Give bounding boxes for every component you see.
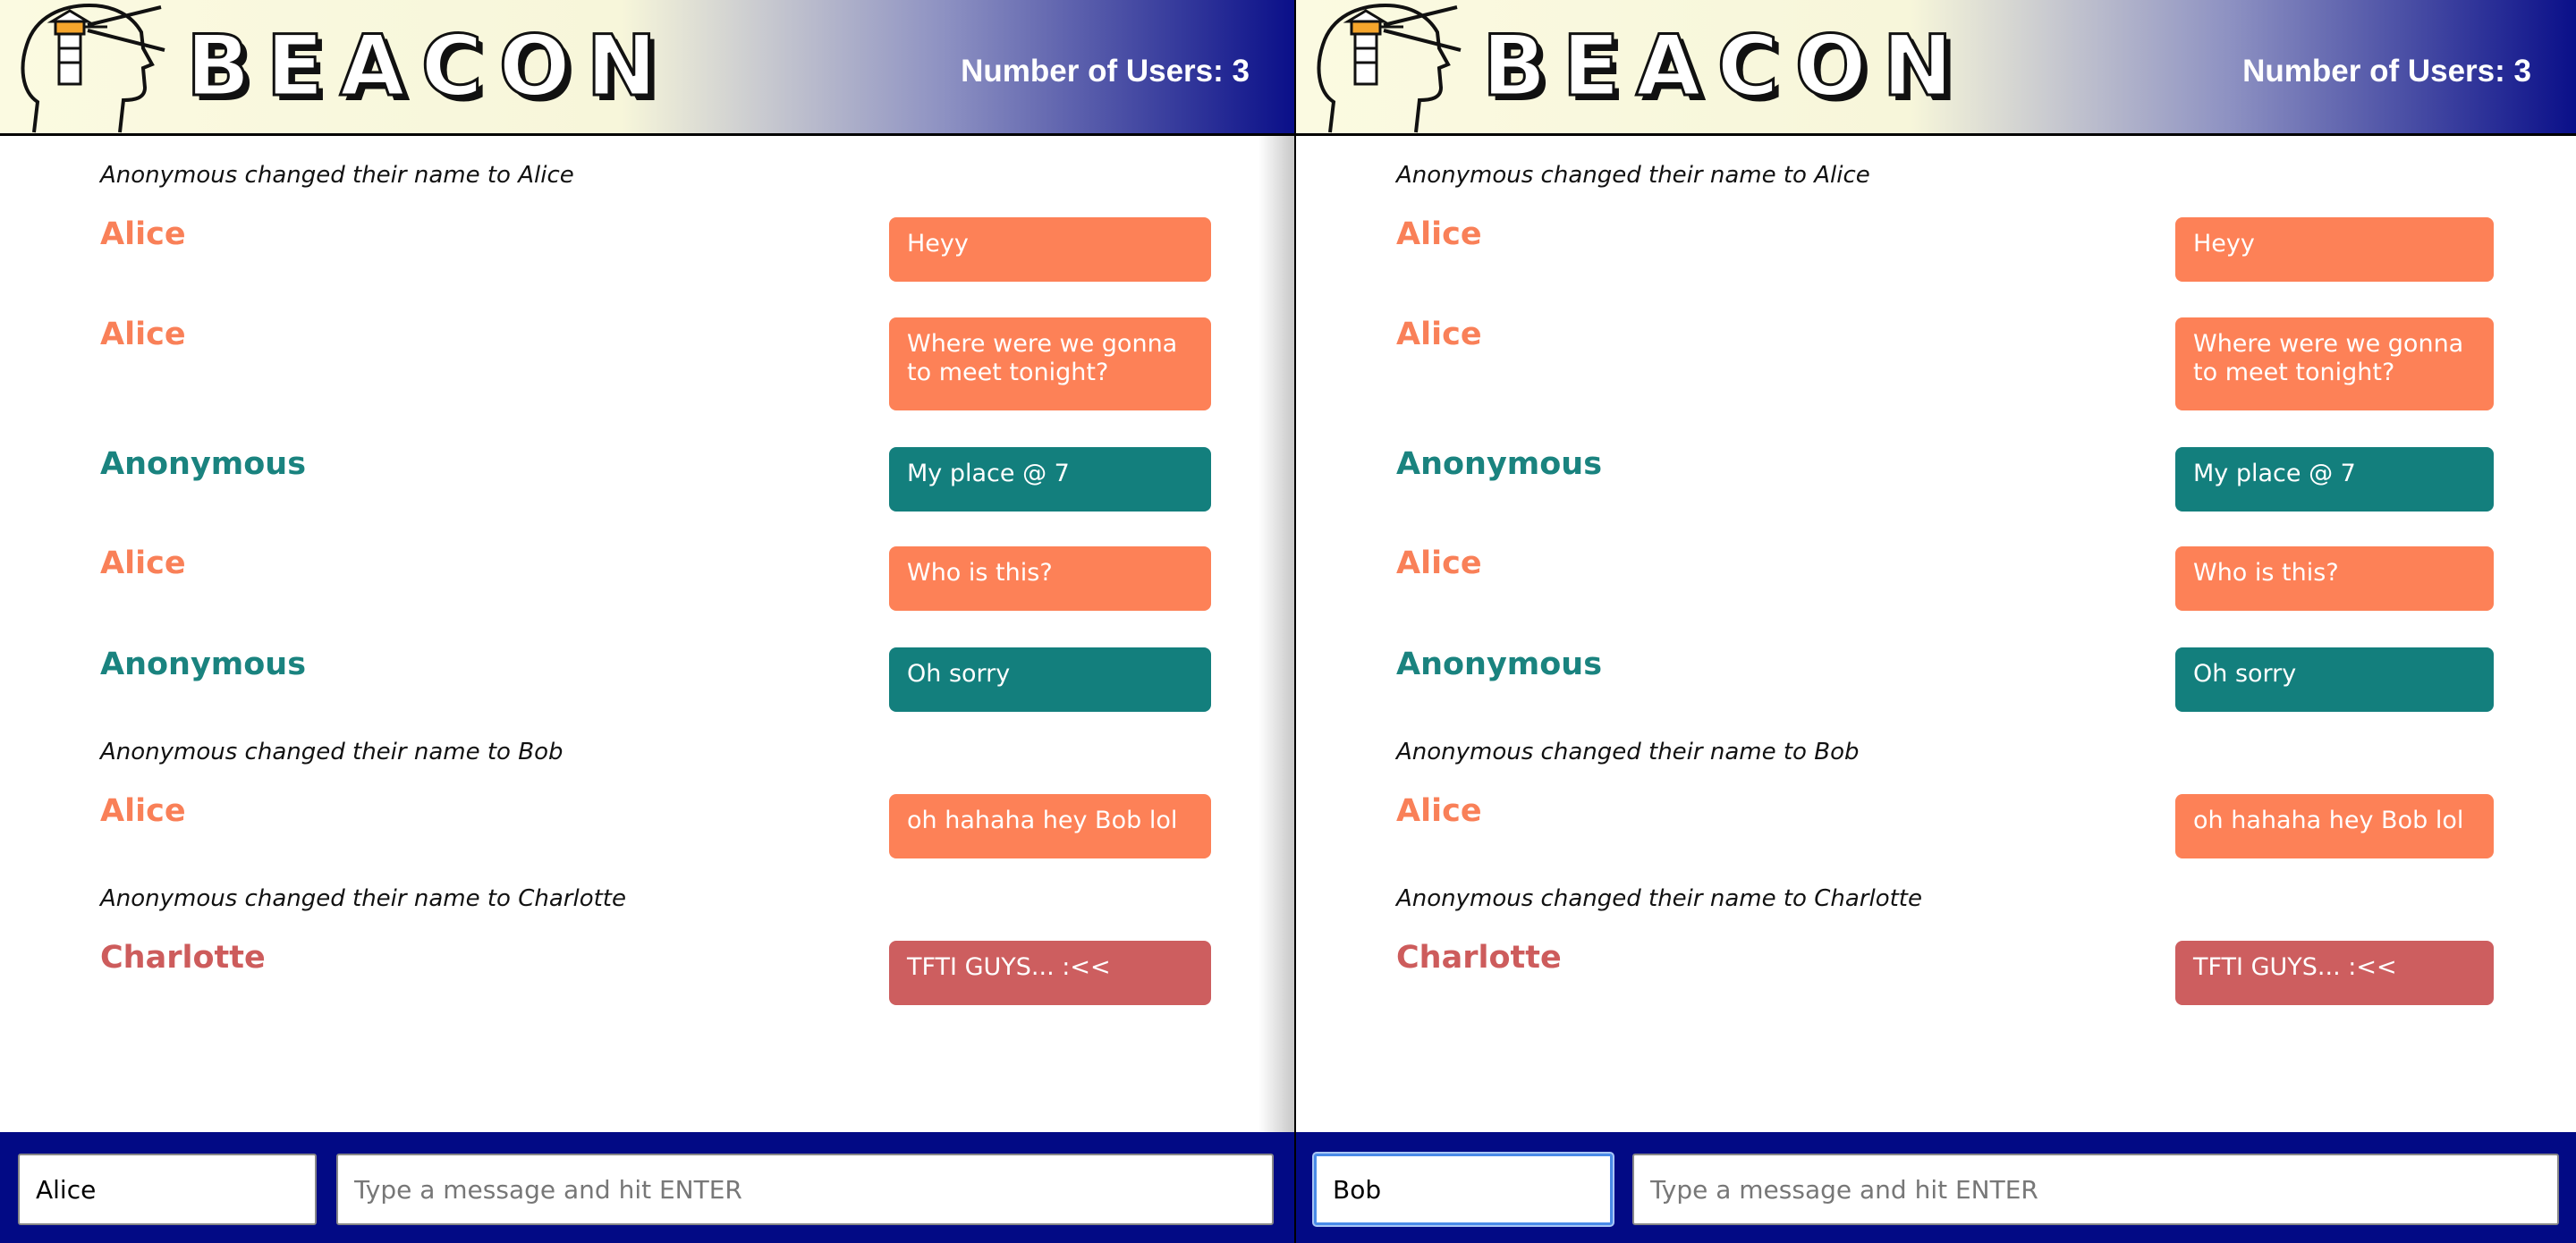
message-author: Anonymous (100, 446, 307, 482)
message-author: Alice (100, 545, 186, 581)
lighthouse-head-icon (21, 3, 165, 133)
system-message: Anonymous changed their name to Bob (1396, 739, 1860, 765)
message-author: Alice (100, 317, 186, 352)
header: BEACON BEACON Number of Users: 3 (1296, 0, 2576, 136)
message-author: Alice (1396, 545, 1482, 581)
message-author: Alice (1396, 317, 1482, 352)
lighthouse-head-icon (1317, 3, 1462, 133)
user-count: Number of Users: 3 (2242, 54, 2531, 89)
message-bubble: Where were we gonna to meet tonight? (889, 317, 1211, 410)
input-bar (0, 1132, 1294, 1243)
message-list: Anonymous changed their name to Alice Al… (1296, 136, 2576, 1132)
header: BEACON BEACON Number of Users: 3 (0, 0, 1294, 136)
username-input[interactable] (18, 1154, 317, 1225)
message-author: Anonymous (100, 647, 307, 682)
message-bubble: Who is this? (889, 546, 1211, 611)
split-screen: BEACON BEACON Number of Users: 3 Anonymo… (0, 0, 2576, 1243)
message-author: Charlotte (100, 940, 266, 976)
message-bubble: My place @ 7 (889, 447, 1211, 512)
system-message: Anonymous changed their name to Bob (100, 739, 564, 765)
message-bubble: TFTI GUYS... :<< (2175, 941, 2494, 1005)
message-bubble: Who is this? (2175, 546, 2494, 611)
message-author: Alice (1396, 216, 1482, 252)
message-author: Alice (100, 216, 186, 252)
chat-window-left: BEACON BEACON Number of Users: 3 Anonymo… (0, 0, 1294, 1243)
logo-text: BEACON BEACON (185, 21, 667, 111)
message-bubble: oh hahaha hey Bob lol (2175, 794, 2494, 858)
message-bubble: My place @ 7 (2175, 447, 2494, 512)
message-author: Anonymous (1396, 647, 1603, 682)
chat-window-right: BEACON BEACON Number of Users: 3 Anonymo… (1296, 0, 2576, 1243)
system-message: Anonymous changed their name to Charlott… (1396, 885, 1922, 912)
message-bubble: Heyy (889, 217, 1211, 282)
user-count: Number of Users: 3 (961, 54, 1250, 89)
message-author: Alice (1396, 793, 1482, 829)
system-message: Anonymous changed their name to Alice (1396, 162, 1870, 189)
message-bubble: Oh sorry (889, 647, 1211, 712)
message-bubble: TFTI GUYS... :<< (889, 941, 1211, 1005)
svg-text:BEACON: BEACON (1482, 21, 1963, 111)
system-message: Anonymous changed their name to Charlott… (100, 885, 626, 912)
username-input[interactable] (1314, 1154, 1613, 1225)
input-bar (1296, 1132, 2576, 1243)
message-bubble: Heyy (2175, 217, 2494, 282)
message-author: Charlotte (1396, 940, 1562, 976)
message-list: Anonymous changed their name to Alice Al… (0, 136, 1294, 1132)
message-input[interactable] (1632, 1154, 2559, 1225)
message-input[interactable] (336, 1154, 1274, 1225)
message-author: Anonymous (1396, 446, 1603, 482)
logo-text: BEACON BEACON (1481, 21, 1963, 111)
message-bubble: Where were we gonna to meet tonight? (2175, 317, 2494, 410)
message-bubble: oh hahaha hey Bob lol (889, 794, 1211, 858)
message-author: Alice (100, 793, 186, 829)
system-message: Anonymous changed their name to Alice (100, 162, 574, 189)
svg-text:BEACON: BEACON (186, 21, 667, 111)
message-bubble: Oh sorry (2175, 647, 2494, 712)
